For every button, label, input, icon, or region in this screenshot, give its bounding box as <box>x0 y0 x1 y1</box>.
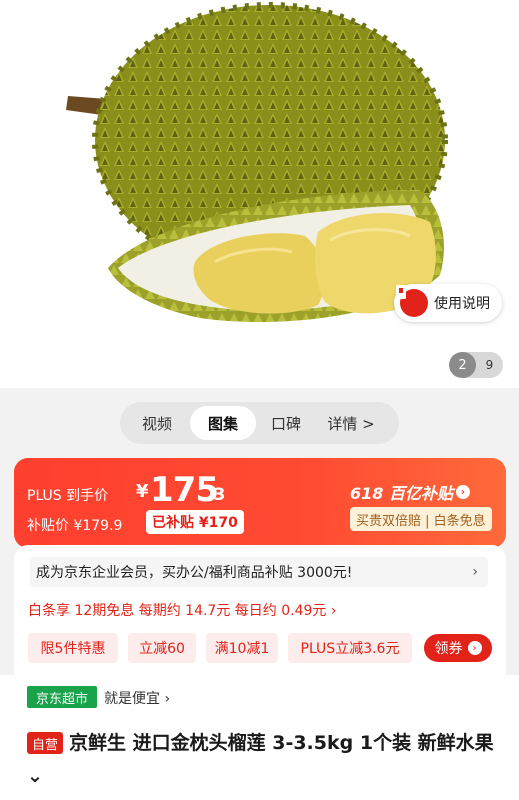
product-title[interactable]: 京鲜生 进口金枕头榴莲 3-3.5kg 1个装 新鲜水果 ⌄ <box>27 727 502 793</box>
chevron-right-icon: › <box>455 485 470 499</box>
media-tabs: 视频 图集 口碑 详情 > <box>120 402 399 444</box>
promo-chip[interactable]: 限5件特惠 <box>28 633 118 663</box>
promo-chips: 限5件特惠 立减60 满10减1 PLUS立减3.6元 <box>28 633 422 663</box>
promo-618-banner[interactable]: 618 百亿补贴 › <box>350 480 470 504</box>
tab-details[interactable]: 详情 > <box>316 406 386 440</box>
tab-gallery[interactable]: 图集 <box>190 406 256 440</box>
store-slogan[interactable]: 就是便宜 › <box>104 688 170 708</box>
promo-chip[interactable]: 立减60 <box>128 633 196 663</box>
subsidy-price: 补贴价 ¥179.9 <box>27 518 123 534</box>
promotion-panel: 成为京东企业会员，买办公/福利商品补贴 3000元! › 白条享 12期免息 每… <box>14 545 506 675</box>
manual-icon <box>396 285 428 317</box>
product-title-section: 京东超市 就是便宜 › 京鲜生 进口金枕头榴莲 3-3.5kg 1个装 新鲜水果… <box>0 675 519 800</box>
promo-chip[interactable]: PLUS立减3.6元 <box>288 633 412 663</box>
durian-image <box>66 2 448 323</box>
tab-reviews[interactable]: 口碑 <box>256 406 316 440</box>
get-coupon-label: 领券 <box>434 641 463 657</box>
price-card: PLUS 到手价 ¥ 175 .3 补贴价 ¥179.9 已补贴 ¥170 61… <box>14 458 506 548</box>
image-pager: 2 9 <box>449 352 503 378</box>
total-image-count: 9 <box>485 358 494 372</box>
product-image-gallery[interactable]: 使用说明 2 9 <box>0 0 519 388</box>
promo-618-label: 618 百亿补贴 <box>350 484 453 503</box>
enterprise-member-banner[interactable]: 成为京东企业会员，买办公/福利商品补贴 3000元! › <box>30 557 488 587</box>
self-operated-badge: 自营 <box>27 732 63 754</box>
tab-video[interactable]: 视频 <box>124 406 190 440</box>
usage-instructions-label: 使用说明 <box>434 296 490 312</box>
get-coupon-button[interactable]: 领券 › <box>424 634 492 662</box>
chevron-right-icon: › <box>472 564 478 580</box>
current-image-index: 2 <box>449 352 476 378</box>
guarantee-tags: 买贵双倍赔 | 白条免息 <box>350 507 492 531</box>
promo-chip[interactable]: 满10减1 <box>206 633 278 663</box>
installment-info[interactable]: 白条享 12期免息 每期约 14.7元 每日约 0.49元 › <box>28 600 336 620</box>
plus-price-label: PLUS 到手价 <box>27 488 109 504</box>
chevron-right-icon: › <box>467 641 482 655</box>
currency-symbol: ¥ <box>136 481 149 502</box>
store-badge[interactable]: 京东超市 <box>27 686 97 708</box>
price-decimal: .3 <box>207 485 226 505</box>
usage-instructions-button[interactable]: 使用说明 <box>394 284 502 322</box>
enterprise-banner-text: 成为京东企业会员，买办公/福利商品补贴 3000元! <box>36 565 353 581</box>
subsidy-amount-badge: 已补贴 ¥170 <box>146 510 244 534</box>
